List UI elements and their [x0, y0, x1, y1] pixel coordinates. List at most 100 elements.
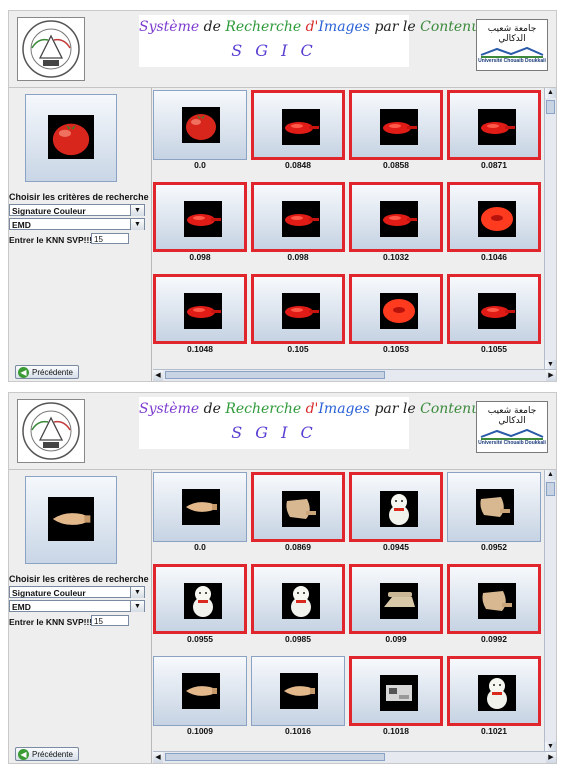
result-score: 0.1016: [285, 726, 311, 736]
previous-button[interactable]: ◀ Précédente: [15, 747, 79, 761]
result-item[interactable]: 0.0869: [251, 472, 345, 554]
result-item[interactable]: 0.1053: [349, 274, 443, 356]
result-item[interactable]: 0.0985: [251, 564, 345, 646]
chevron-down-icon[interactable]: ▼: [130, 219, 144, 230]
scroll-left-icon[interactable]: ◀: [153, 370, 163, 381]
scrollbar-thumb[interactable]: [546, 100, 555, 114]
result-item[interactable]: 0.0992: [447, 564, 541, 646]
result-thumbnail[interactable]: [153, 564, 247, 634]
result-thumbnail[interactable]: [153, 90, 247, 160]
signature-select[interactable]: Signature Couleur ▼: [9, 586, 145, 598]
result-thumbnail[interactable]: [447, 656, 541, 726]
result-item[interactable]: 0.098: [251, 182, 345, 264]
result-score: 0.0: [194, 542, 206, 552]
result-image: [282, 201, 320, 237]
result-image: [478, 583, 516, 619]
vertical-scrollbar[interactable]: ▲ ▼: [544, 470, 556, 752]
scrollbar-thumb[interactable]: [165, 753, 385, 761]
result-item[interactable]: 0.105: [251, 274, 345, 356]
scroll-right-icon[interactable]: ▶: [546, 370, 556, 381]
result-item[interactable]: 0.099: [349, 564, 443, 646]
result-item[interactable]: 0.1032: [349, 182, 443, 264]
title-part: Contenu: [420, 401, 481, 417]
result-item[interactable]: 0.0858: [349, 90, 443, 172]
result-item[interactable]: 0.1009: [153, 656, 247, 738]
result-thumbnail[interactable]: [251, 472, 345, 542]
result-thumbnail[interactable]: [349, 274, 443, 344]
scroll-up-icon[interactable]: ▲: [545, 88, 556, 98]
result-item[interactable]: 0.0: [153, 472, 247, 554]
distance-select[interactable]: EMD ▼: [9, 218, 145, 230]
result-image: [478, 293, 516, 329]
query-image[interactable]: [25, 94, 117, 182]
title-part: Système: [139, 19, 204, 35]
result-thumbnail[interactable]: [447, 182, 541, 252]
result-item[interactable]: 0.1048: [153, 274, 247, 356]
result-thumbnail[interactable]: [251, 564, 345, 634]
result-thumbnail[interactable]: [447, 472, 541, 542]
result-thumbnail[interactable]: [349, 182, 443, 252]
chevron-down-icon[interactable]: ▼: [130, 205, 144, 216]
result-score: 0.1048: [187, 344, 213, 354]
horizontal-scrollbar[interactable]: ◀ ▶: [153, 751, 556, 763]
result-thumbnail[interactable]: [349, 564, 443, 634]
result-thumbnail[interactable]: [153, 182, 247, 252]
result-score: 0.1053: [383, 344, 409, 354]
result-thumbnail[interactable]: [251, 90, 345, 160]
result-thumbnail[interactable]: [153, 472, 247, 542]
result-image: [380, 293, 418, 329]
result-image: [282, 583, 320, 619]
result-item[interactable]: 0.0: [153, 90, 247, 172]
result-image: [182, 107, 220, 143]
horizontal-scrollbar[interactable]: ◀ ▶: [153, 369, 556, 381]
result-item[interactable]: 0.0945: [349, 472, 443, 554]
result-thumbnail[interactable]: [447, 564, 541, 634]
signature-select[interactable]: Signature Couleur ▼: [9, 204, 145, 216]
scroll-up-icon[interactable]: ▲: [545, 470, 556, 480]
result-item[interactable]: 0.1016: [251, 656, 345, 738]
result-item[interactable]: 0.1046: [447, 182, 541, 264]
result-item[interactable]: 0.098: [153, 182, 247, 264]
result-item[interactable]: 0.0871: [447, 90, 541, 172]
chevron-down-icon[interactable]: ▼: [130, 587, 144, 598]
result-image: [184, 583, 222, 619]
result-score: 0.0955: [187, 634, 213, 644]
result-thumbnail[interactable]: [349, 472, 443, 542]
result-item[interactable]: 0.1021: [447, 656, 541, 738]
chevron-down-icon[interactable]: ▼: [130, 601, 144, 612]
results-grid: 0.0 0.0869 0.0945 0.0952 0.0955 0.0985 0…: [153, 472, 543, 750]
scrollbar-thumb[interactable]: [546, 482, 555, 496]
app-title-text: Système de Recherche d'Images par le Con…: [139, 401, 480, 417]
query-image[interactable]: [25, 476, 117, 564]
result-thumbnail[interactable]: [251, 274, 345, 344]
result-thumbnail[interactable]: [251, 656, 345, 726]
result-item[interactable]: 0.0952: [447, 472, 541, 554]
knn-label: Entrer le KNN SVP!!!: [9, 617, 93, 627]
result-image: [380, 109, 418, 145]
result-thumbnail[interactable]: [153, 274, 247, 344]
result-thumbnail[interactable]: [447, 90, 541, 160]
result-score: 0.0985: [285, 634, 311, 644]
knn-input[interactable]: 15: [91, 233, 129, 244]
result-thumbnail[interactable]: [349, 656, 443, 726]
scrollbar-thumb[interactable]: [165, 371, 385, 379]
vertical-scrollbar[interactable]: ▲ ▼: [544, 88, 556, 370]
scroll-left-icon[interactable]: ◀: [153, 752, 163, 763]
previous-button[interactable]: ◀ Précédente: [15, 365, 79, 379]
result-thumbnail[interactable]: [251, 182, 345, 252]
result-score: 0.0869: [285, 542, 311, 552]
result-thumbnail[interactable]: [349, 90, 443, 160]
result-thumbnail[interactable]: [447, 274, 541, 344]
result-item[interactable]: 0.0955: [153, 564, 247, 646]
result-thumbnail[interactable]: [153, 656, 247, 726]
distance-select[interactable]: EMD ▼: [9, 600, 145, 612]
scroll-right-icon[interactable]: ▶: [546, 752, 556, 763]
result-item[interactable]: 0.1055: [447, 274, 541, 356]
header-banner: Système de Recherche d'Images par le Con…: [9, 393, 556, 470]
app-subtitle: S G I C: [231, 41, 317, 60]
knn-label: Entrer le KNN SVP!!!: [9, 235, 93, 245]
result-item[interactable]: 0.1018: [349, 656, 443, 738]
knn-input[interactable]: 15: [91, 615, 129, 626]
result-score: 0.1018: [383, 726, 409, 736]
result-item[interactable]: 0.0848: [251, 90, 345, 172]
